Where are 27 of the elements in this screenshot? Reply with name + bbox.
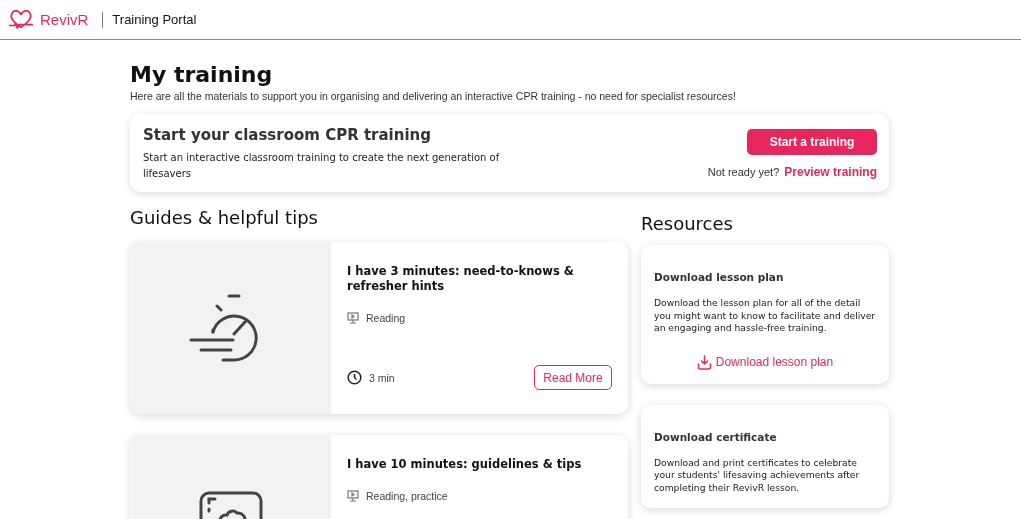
resource-title: Download lesson plan — [654, 271, 785, 283]
start-card-title: Start your classroom CPR training — [143, 126, 432, 144]
heart-logo-icon — [8, 8, 34, 31]
guides-heading: Guides & helpful tips — [130, 206, 319, 230]
page-intro: Here are all the materials to support you in organising and delivering an interactive CPR training - no need for specialist resources! — [130, 90, 737, 102]
start-card-text: Start an interactive classroom training to create the next generation of lifesavers — [143, 151, 501, 181]
page-title: My training — [130, 62, 274, 88]
resources-heading: Resources — [641, 212, 734, 236]
guide-format: Reading, practice — [366, 490, 448, 502]
download-link[interactable]: Download lesson plan — [654, 354, 876, 370]
presentation-icon — [347, 312, 359, 324]
resource-text: Download the lesson plan for all of the detail you might want to know to facilitate and deliver an engaging and hassle-free training. — [654, 297, 876, 335]
presentation-icon — [347, 490, 359, 502]
resource-title: Download certificate — [654, 430, 778, 443]
guide-title: I have 10 minutes: guidelines & tips — [347, 457, 583, 472]
guide-duration: 3 min — [369, 371, 395, 384]
resource-text: Download and print certificates to celebrate your students' lifesaving achievements after completing their RevivR lesson. — [654, 456, 861, 494]
guide-title: I have 3 minutes: need-to-knows & refresher hints — [347, 264, 575, 294]
read-more-button[interactable]: Read More — [534, 365, 612, 390]
start-training-button[interactable]: Start a training — [747, 129, 877, 155]
preview-training-link[interactable]: Preview training — [784, 165, 877, 179]
portal-title: Training Portal — [112, 12, 197, 27]
guide-format: Reading — [366, 312, 406, 324]
download-icon — [696, 354, 712, 370]
not-ready-text: Not ready yet? — [707, 166, 780, 178]
clock-icon — [347, 370, 362, 385]
brand-name: RevivR — [40, 11, 89, 28]
